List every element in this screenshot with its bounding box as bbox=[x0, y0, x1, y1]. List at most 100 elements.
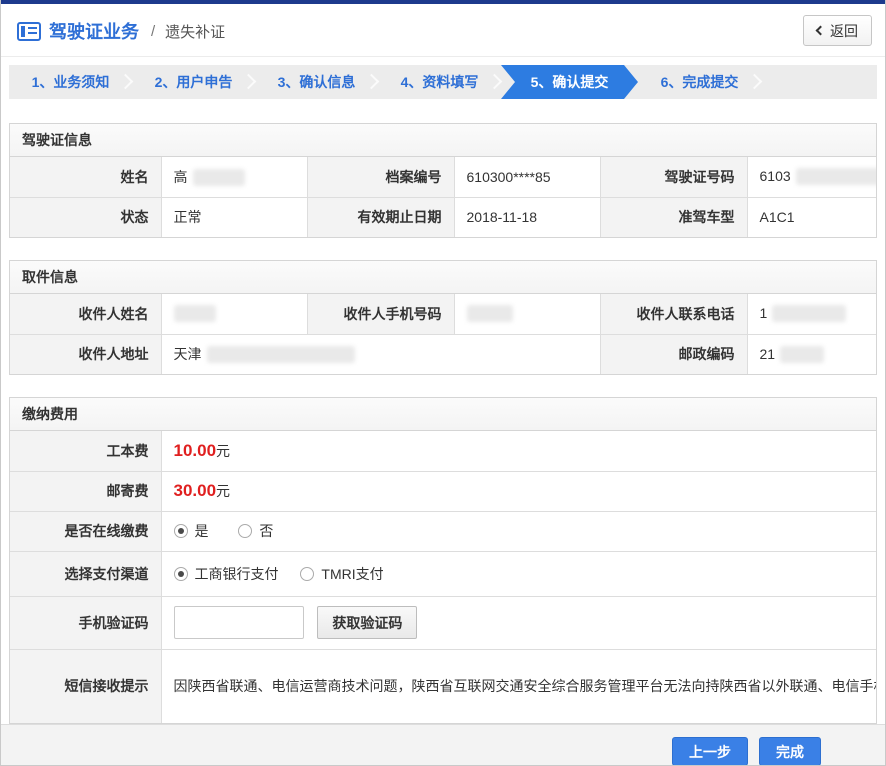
field-label: 驾驶证号码 bbox=[600, 157, 747, 197]
field-value-vehicle-class: A1C1 bbox=[747, 197, 876, 237]
field-value-text: 正常 bbox=[174, 209, 202, 225]
redacted-value bbox=[780, 346, 824, 363]
table-row: 收件人姓名 收件人手机号码 收件人联系电话 1 bbox=[10, 294, 876, 334]
page: 驾驶证业务 / 遗失补证 返回 1、业务须知 2、用户申告 3、确认信息 4、资… bbox=[0, 0, 886, 766]
field-label: 工本费 bbox=[10, 431, 161, 471]
redacted-value bbox=[796, 168, 876, 185]
field-label: 手机验证码 bbox=[10, 596, 161, 649]
step-label: 4、资料填写 bbox=[401, 72, 479, 92]
radio-label: 否 bbox=[259, 521, 273, 541]
fee-unit: 元 bbox=[216, 483, 230, 499]
field-value-postage-fee: 30.00元 bbox=[161, 471, 876, 511]
radio-unselected-icon[interactable] bbox=[238, 524, 252, 538]
step-tab-2: 2、用户申告 bbox=[132, 65, 255, 99]
panel-license-info: 驾驶证信息 姓名 高 档案编号 610300****85 驾驶证号码 6103 … bbox=[9, 123, 877, 238]
breadcrumb: 驾驶证业务 / 遗失补证 bbox=[17, 18, 869, 44]
redacted-value bbox=[467, 305, 513, 322]
table-row: 邮寄费 30.00元 bbox=[10, 471, 876, 511]
table-row: 短信接收提示 因陕西省联通、电信运营商技术问题，陕西省互联网交通安全综合服务管理… bbox=[10, 649, 876, 723]
field-label: 收件人地址 bbox=[10, 334, 161, 374]
field-value-text: A1C1 bbox=[760, 209, 795, 225]
payment-table: 工本费 10.00元 邮寄费 30.00元 是否在线缴费 是 否 bbox=[10, 431, 876, 723]
radio-label: TMRI支付 bbox=[321, 564, 383, 584]
field-value-text: 6103 bbox=[760, 168, 791, 184]
license-info-table: 姓名 高 档案编号 610300****85 驾驶证号码 6103 状态 正常 … bbox=[10, 157, 876, 237]
table-row: 手机验证码 获取验证码 bbox=[10, 596, 876, 649]
sms-code-cell: 获取验证码 bbox=[161, 596, 876, 649]
field-value-expiry-date: 2018-11-18 bbox=[454, 197, 600, 237]
table-row: 选择支付渠道 工商银行支付 TMRI支付 bbox=[10, 551, 876, 596]
step-label: 1、业务须知 bbox=[32, 72, 110, 92]
panel-pickup-info: 取件信息 收件人姓名 收件人手机号码 收件人联系电话 1 收件人地址 天津 邮政… bbox=[9, 260, 877, 375]
chevron-left-icon bbox=[816, 26, 826, 36]
section-title-pickup: 取件信息 bbox=[10, 261, 876, 294]
finish-button[interactable]: 完成 bbox=[759, 737, 821, 766]
field-value-postal-code: 21 bbox=[747, 334, 876, 374]
field-value-text: 1 bbox=[760, 305, 768, 321]
field-value-recipient-name bbox=[161, 294, 307, 334]
field-label: 收件人姓名 bbox=[10, 294, 161, 334]
field-label: 短信接收提示 bbox=[10, 649, 161, 723]
step-tab-5-active: 5、确认提交 bbox=[501, 65, 638, 99]
step-label: 3、确认信息 bbox=[278, 72, 356, 92]
field-label: 收件人手机号码 bbox=[307, 294, 454, 334]
field-label: 邮政编码 bbox=[600, 334, 747, 374]
back-button-label: 返回 bbox=[830, 21, 858, 41]
field-value-name: 高 bbox=[161, 157, 307, 197]
field-label: 准驾车型 bbox=[600, 197, 747, 237]
field-value-file-number: 610300****85 bbox=[454, 157, 600, 197]
radio-label: 是 bbox=[195, 521, 209, 541]
field-label: 选择支付渠道 bbox=[10, 551, 161, 596]
field-label: 档案编号 bbox=[307, 157, 454, 197]
main-content: 驾驶证信息 姓名 高 档案编号 610300****85 驾驶证号码 6103 … bbox=[1, 99, 885, 724]
radio-selected-icon[interactable] bbox=[174, 567, 188, 581]
redacted-value bbox=[174, 305, 216, 322]
radio-option-tmri[interactable]: TMRI支付 bbox=[300, 564, 383, 584]
fee-amount: 30.00 bbox=[174, 481, 217, 500]
payment-channel-radio-group: 工商银行支付 TMRI支付 bbox=[161, 551, 876, 596]
redacted-value bbox=[772, 305, 846, 322]
field-value-production-fee: 10.00元 bbox=[161, 431, 876, 471]
field-label: 姓名 bbox=[10, 157, 161, 197]
steps-bar-tail bbox=[761, 65, 877, 99]
table-row: 姓名 高 档案编号 610300****85 驾驶证号码 6103 bbox=[10, 157, 876, 197]
breadcrumb-separator: / bbox=[151, 23, 155, 40]
sms-code-input[interactable] bbox=[174, 606, 304, 639]
radio-option-yes[interactable]: 是 bbox=[174, 521, 209, 541]
field-value-license-number: 6103 bbox=[747, 157, 876, 197]
radio-option-icbc[interactable]: 工商银行支付 bbox=[174, 564, 279, 584]
step-label: 5、确认提交 bbox=[531, 72, 609, 92]
field-value-text: 天津 bbox=[174, 346, 202, 362]
get-code-button[interactable]: 获取验证码 bbox=[317, 606, 417, 639]
steps-bar: 1、业务须知 2、用户申告 3、确认信息 4、资料填写 5、确认提交 6、完成提… bbox=[9, 65, 877, 99]
panel-payment: 缴纳费用 工本费 10.00元 邮寄费 30.00元 是否在线缴费 bbox=[9, 397, 877, 724]
step-label: 2、用户申告 bbox=[155, 72, 233, 92]
radio-label: 工商银行支付 bbox=[195, 564, 279, 584]
field-value-text: 高 bbox=[174, 169, 188, 185]
table-row: 工本费 10.00元 bbox=[10, 431, 876, 471]
field-label: 收件人联系电话 bbox=[600, 294, 747, 334]
field-value-text: 21 bbox=[760, 346, 776, 362]
table-row: 状态 正常 有效期止日期 2018-11-18 准驾车型 A1C1 bbox=[10, 197, 876, 237]
page-header: 驾驶证业务 / 遗失补证 返回 bbox=[1, 4, 885, 57]
table-row: 收件人地址 天津 邮政编码 21 bbox=[10, 334, 876, 374]
radio-unselected-icon[interactable] bbox=[300, 567, 314, 581]
sms-notice-text: 因陕西省联通、电信运营商技术问题，陕西省互联网交通安全综合服务管理平台无法向持陕… bbox=[161, 649, 876, 723]
radio-selected-icon[interactable] bbox=[174, 524, 188, 538]
previous-step-button[interactable]: 上一步 bbox=[672, 737, 748, 766]
step-tab-4: 4、资料填写 bbox=[378, 65, 501, 99]
back-button[interactable]: 返回 bbox=[803, 15, 872, 46]
redacted-value bbox=[207, 346, 355, 363]
field-label: 状态 bbox=[10, 197, 161, 237]
step-tab-6: 6、完成提交 bbox=[638, 65, 761, 99]
redacted-value bbox=[193, 169, 245, 186]
field-value-text: 2018-11-18 bbox=[467, 209, 538, 225]
radio-option-no[interactable]: 否 bbox=[238, 521, 273, 541]
footer-actions: 上一步 完成 bbox=[1, 724, 885, 766]
section-title-license: 驾驶证信息 bbox=[10, 124, 876, 157]
section-title-payment: 缴纳费用 bbox=[10, 398, 876, 431]
page-title: 驾驶证业务 bbox=[49, 18, 139, 44]
fee-amount: 10.00 bbox=[174, 441, 217, 460]
field-value-text: 610300****85 bbox=[467, 169, 551, 185]
field-label: 邮寄费 bbox=[10, 471, 161, 511]
